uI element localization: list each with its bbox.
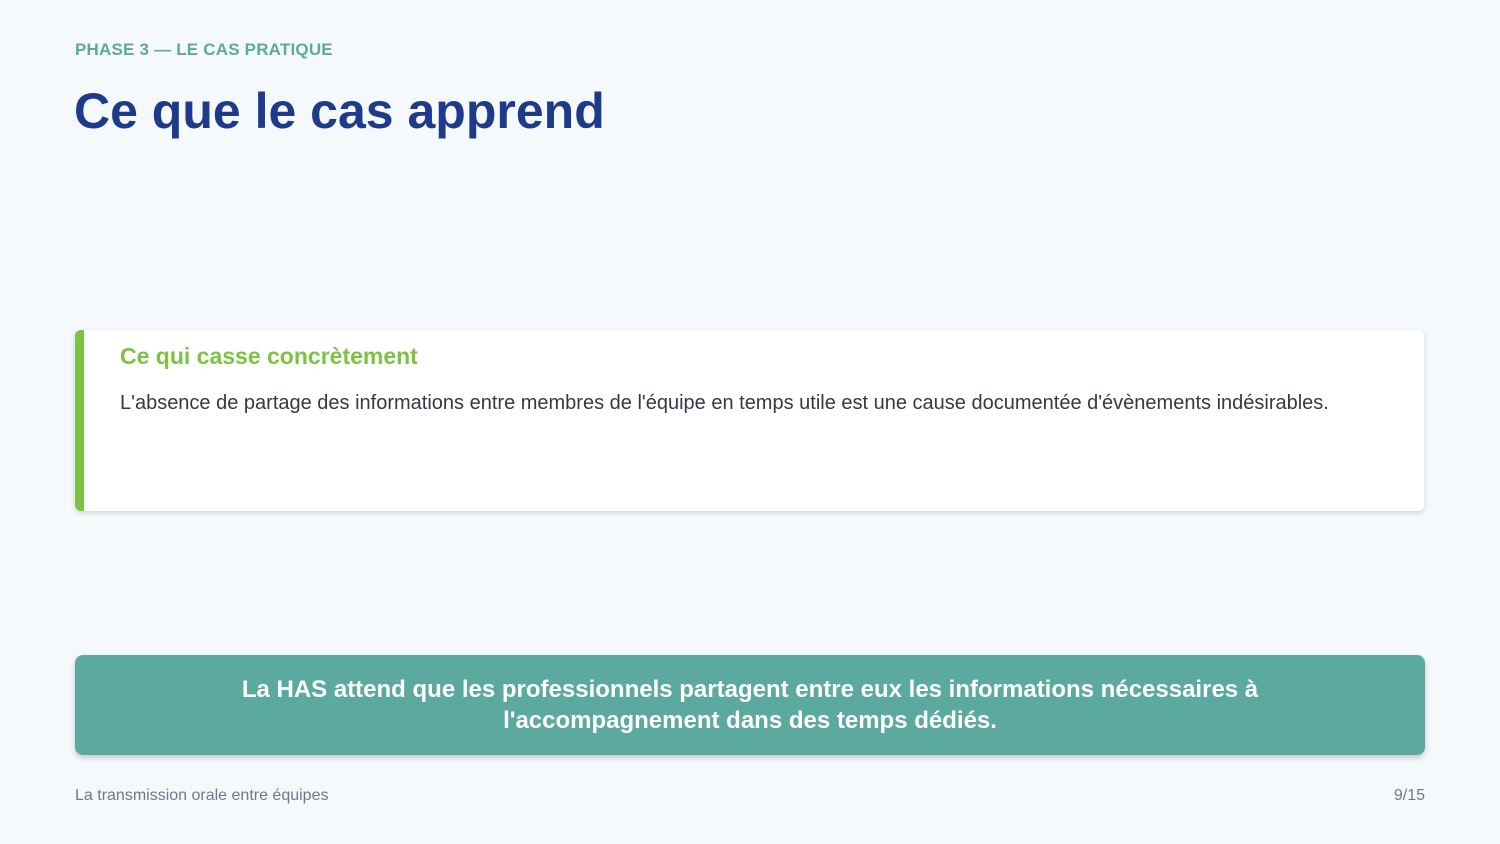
card-accent-bar [75,330,84,511]
footer-page-indicator: 9/15 [1393,787,1425,804]
card-body: L'absence de partage des informations en… [120,392,1329,414]
card-heading: Ce qui casse concrètement [120,343,418,369]
section-eyebrow: PHASE 3 — LE CAS PRATIQUE [75,40,333,59]
slide-title: Ce que le cas apprend [74,83,605,139]
callout-card: Ce qui casse concrètement L'absence de p… [75,330,1424,511]
banner-text: La HAS attend que les professionnels par… [241,676,1259,734]
key-message-banner: La HAS attend que les professionnels par… [75,655,1425,755]
footer-deck-title: La transmission orale entre équipes [75,787,329,804]
